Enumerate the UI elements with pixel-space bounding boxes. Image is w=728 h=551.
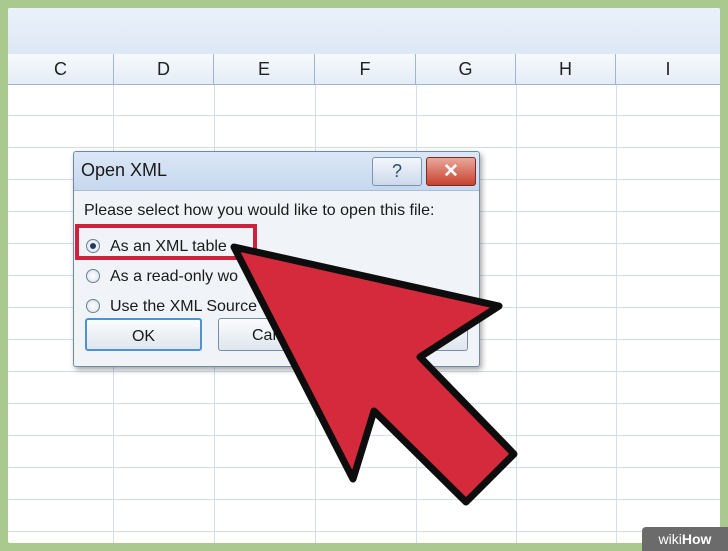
column-header-d[interactable]: D — [114, 54, 214, 84]
watermark-suffix: How — [681, 531, 712, 547]
column-header-f[interactable]: F — [315, 54, 416, 84]
column-header-e[interactable]: E — [214, 54, 315, 84]
radio-xml-source[interactable] — [86, 299, 100, 313]
spreadsheet-window: C D E F G H I Open XML ? ✕ Please select… — [8, 8, 720, 543]
watermark-prefix: wiki — [658, 531, 682, 547]
wikihow-watermark: wikiHow — [642, 527, 728, 551]
column-header-h[interactable]: H — [516, 54, 616, 84]
ribbon-area — [8, 8, 720, 55]
ok-button[interactable]: OK — [85, 318, 202, 351]
option-xml-source-label: Use the XML Source — [110, 298, 258, 315]
dialog-titlebar[interactable]: Open XML ? ✕ — [74, 152, 479, 191]
column-header-row: C D E F G H I — [8, 54, 720, 85]
dialog-third-button[interactable] — [351, 318, 468, 351]
dialog-title: Open XML — [81, 160, 168, 180]
selection-highlight-box — [75, 224, 257, 260]
option-read-only-workbook-label: As a read-only wo — [110, 268, 239, 285]
column-header-i[interactable]: I — [616, 54, 720, 84]
help-button[interactable]: ? — [372, 157, 422, 186]
close-button[interactable]: ✕ — [426, 157, 476, 186]
radio-read-only-workbook[interactable] — [86, 269, 100, 283]
open-xml-dialog: Open XML ? ✕ Please select how you would… — [73, 151, 480, 367]
column-header-g[interactable]: G — [416, 54, 516, 84]
dialog-prompt: Please select how you would like to open… — [84, 202, 435, 219]
cancel-button[interactable]: Can — [218, 318, 335, 351]
column-header-c[interactable]: C — [8, 54, 114, 84]
